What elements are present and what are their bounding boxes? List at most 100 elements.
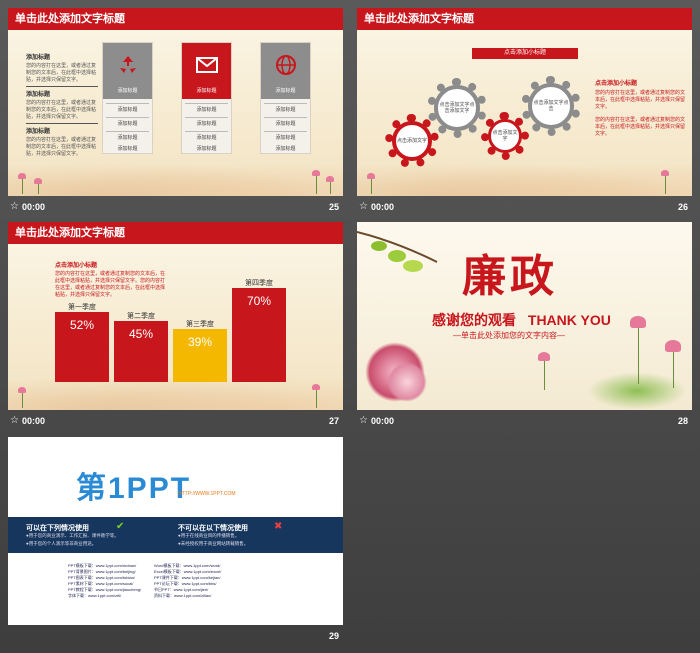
- lotus-stem: [22, 392, 23, 408]
- slide-footer: ☆ 00:00 27: [8, 414, 343, 430]
- lotus-stem: [665, 174, 666, 194]
- lotus-stem: [673, 348, 674, 388]
- card-row: 添加标题: [264, 117, 307, 127]
- thank-you-en: THANK YOU: [527, 312, 611, 328]
- item-text: 您的内容打在这里，或者通过复制您的文本后，在此框中选择粘贴，并选择只保留文字。: [26, 100, 97, 120]
- links-left: PPT模板下载：www.1ppt.com/moban/ PPT背景图片：www.…: [68, 563, 141, 599]
- card-label: 添加标题: [117, 88, 138, 94]
- peony-decoration: [387, 362, 427, 402]
- bar: 39%: [173, 329, 227, 382]
- card-row: 添加标题: [106, 103, 149, 113]
- bar-category-label: 第二季度: [127, 313, 155, 321]
- lotus-stem: [371, 178, 372, 194]
- lotus-decoration: [312, 384, 320, 390]
- slide-title: 单击此处添加文字标题: [357, 8, 692, 30]
- globe-icon: [276, 55, 296, 75]
- logo: 第1PPT: [76, 472, 192, 505]
- item-heading: 添加标题: [26, 55, 51, 61]
- lotus-decoration: [18, 387, 26, 393]
- can-use-item: ●用于您的商业演示、工作汇报、课件教学等。: [26, 533, 119, 538]
- item-heading: 添加标题: [26, 92, 51, 98]
- right-text: 您的内容打在这里，或者通过复制您的文本后，在此框中选择粘贴，并选择只保留文字。: [595, 90, 686, 110]
- hills-decoration: [8, 162, 343, 196]
- lotus-decoration: [312, 170, 320, 176]
- card-row: 添加标题: [185, 131, 228, 141]
- branch-decoration: [357, 231, 438, 272]
- card-head: 添加标题: [182, 43, 231, 99]
- card-row: 添加标题: [275, 146, 296, 152]
- lotus-decoration: [538, 352, 550, 361]
- bar: 45%: [114, 321, 168, 382]
- transition-icon[interactable]: ☆: [359, 415, 368, 426]
- card-head: 添加标题: [261, 43, 310, 99]
- big-title: 廉政: [462, 251, 558, 302]
- thanks-cn: 感谢您的观看: [432, 312, 516, 328]
- slide-subtitle: —单击此处添加您的文字内容—: [453, 331, 565, 340]
- left-text-block: 添加标题 您的内容打在这里，或者通过复制您的文本后，在此框中选择粘贴，并选择只保…: [26, 52, 98, 158]
- slide-time: 00:00: [371, 416, 395, 426]
- gear-text: 点击添加文字点击添加文字: [434, 85, 480, 131]
- bar: 70%: [232, 287, 286, 382]
- slide-footer: ☆ 00:00 26: [357, 200, 692, 216]
- right-heading: 点击添加小标题: [595, 81, 638, 87]
- slide-26: 单击此处添加文字标题 点击添加小标题 点击添加文字点击添加文字 点击添加文字点击…: [357, 8, 692, 196]
- lotus-decoration: [630, 316, 646, 328]
- lotus-decoration: [18, 173, 26, 179]
- feature-card: 添加标题 添加标题 添加标题 添加标题 添加标题: [181, 42, 232, 154]
- gear-icon: 点击添加文字: [385, 114, 439, 168]
- gear-text: 点击添加文字: [392, 121, 432, 161]
- card-row: 添加标题: [196, 146, 217, 152]
- gear-text: 点击添加文字点击: [528, 83, 574, 129]
- transition-icon[interactable]: ☆: [10, 415, 19, 426]
- logo-url: HTTP://WWW.1PPT.COM: [178, 491, 236, 497]
- leaves-decoration: [587, 372, 687, 410]
- transition-icon[interactable]: ☆: [359, 201, 368, 212]
- can-use-title: 可以在下列情况使用: [26, 525, 89, 532]
- bar-value-label: 52%: [69, 317, 95, 332]
- card-row: 添加标题: [106, 131, 149, 141]
- slide-number: 28: [677, 416, 688, 426]
- transition-icon[interactable]: ☆: [10, 201, 19, 212]
- feature-card: 添加标题 添加标题 添加标题 添加标题 添加标题: [102, 42, 153, 154]
- bar-value-label: 39%: [187, 335, 213, 350]
- right-text-block: 点击添加小标题 您的内容打在这里，或者通过复制您的文本后，在此框中选择粘贴，并选…: [595, 78, 687, 138]
- slide-footer: 29: [8, 629, 343, 645]
- card-row: 添加标题: [117, 146, 138, 152]
- check-icon: ✔: [116, 521, 125, 532]
- slide-number: 29: [328, 631, 339, 641]
- cannot-use-title: 不可以在以下情况使用: [178, 525, 248, 532]
- item-text: 您的内容打在这里，或者通过复制您的文本后，在此框中选择粘贴，并选择只保留文字。: [26, 137, 97, 157]
- divider: [26, 86, 98, 87]
- thanks-text: 感谢您的观看 THANK YOU: [432, 310, 611, 330]
- right-text: 您的内容打在这里，或者通过复制您的文本后，在此框中选择粘贴，并选择只保留文字。: [595, 117, 686, 137]
- usage-banner: 可以在下列情况使用 ✔ ●用于您的商业演示、工作汇报、课件教学等。 ●用于您的个…: [8, 517, 343, 553]
- link-item[interactable]: 字体下载：www.1ppt.com/ziti/: [68, 593, 141, 599]
- lotus-stem: [22, 178, 23, 194]
- gear-icon: 点击添加文字: [481, 112, 529, 160]
- links-right: Word模板下载：www.1ppt.com/word/ Excel模板下载：ww…: [154, 563, 221, 599]
- slide-time: 00:00: [22, 416, 46, 426]
- lotus-stem: [316, 388, 317, 408]
- slide-number: 25: [328, 202, 339, 212]
- lotus-stem: [330, 180, 331, 194]
- slide-number: 27: [328, 416, 339, 426]
- cross-icon: ✖: [274, 521, 283, 532]
- slide-25: 单击此处添加文字标题 添加标题 您的内容打在这里，或者通过复制您的文本后，在此框…: [8, 8, 343, 196]
- lotus-decoration: [367, 173, 375, 179]
- card-head: 添加标题: [103, 43, 152, 99]
- card-label: 添加标题: [275, 88, 296, 94]
- lotus-decoration: [661, 170, 669, 176]
- item-text: 您的内容打在这里，或者通过复制您的文本后，在此框中选择粘贴，并选择只保留文字。: [26, 63, 97, 83]
- slide-29: 第1PPT HTTP://WWW.1PPT.COM 可以在下列情况使用 ✔ ●用…: [8, 437, 343, 625]
- bar-category-label: 第三季度: [186, 321, 214, 329]
- slide-28: 廉政 感谢您的观看 THANK YOU —单击此处添加您的文字内容—: [357, 222, 692, 410]
- lotus-decoration: [34, 178, 42, 184]
- recycle-icon: [120, 56, 136, 73]
- link-item[interactable]: 资料下载：www.1ppt.com/ziliao/: [154, 593, 221, 599]
- slide-time: 00:00: [22, 202, 46, 212]
- card-row: 添加标题: [185, 117, 228, 127]
- item-heading: 添加标题: [26, 129, 51, 135]
- card-row: 添加标题: [264, 131, 307, 141]
- bar-value-label: 70%: [246, 293, 272, 308]
- lotus-stem: [638, 324, 639, 384]
